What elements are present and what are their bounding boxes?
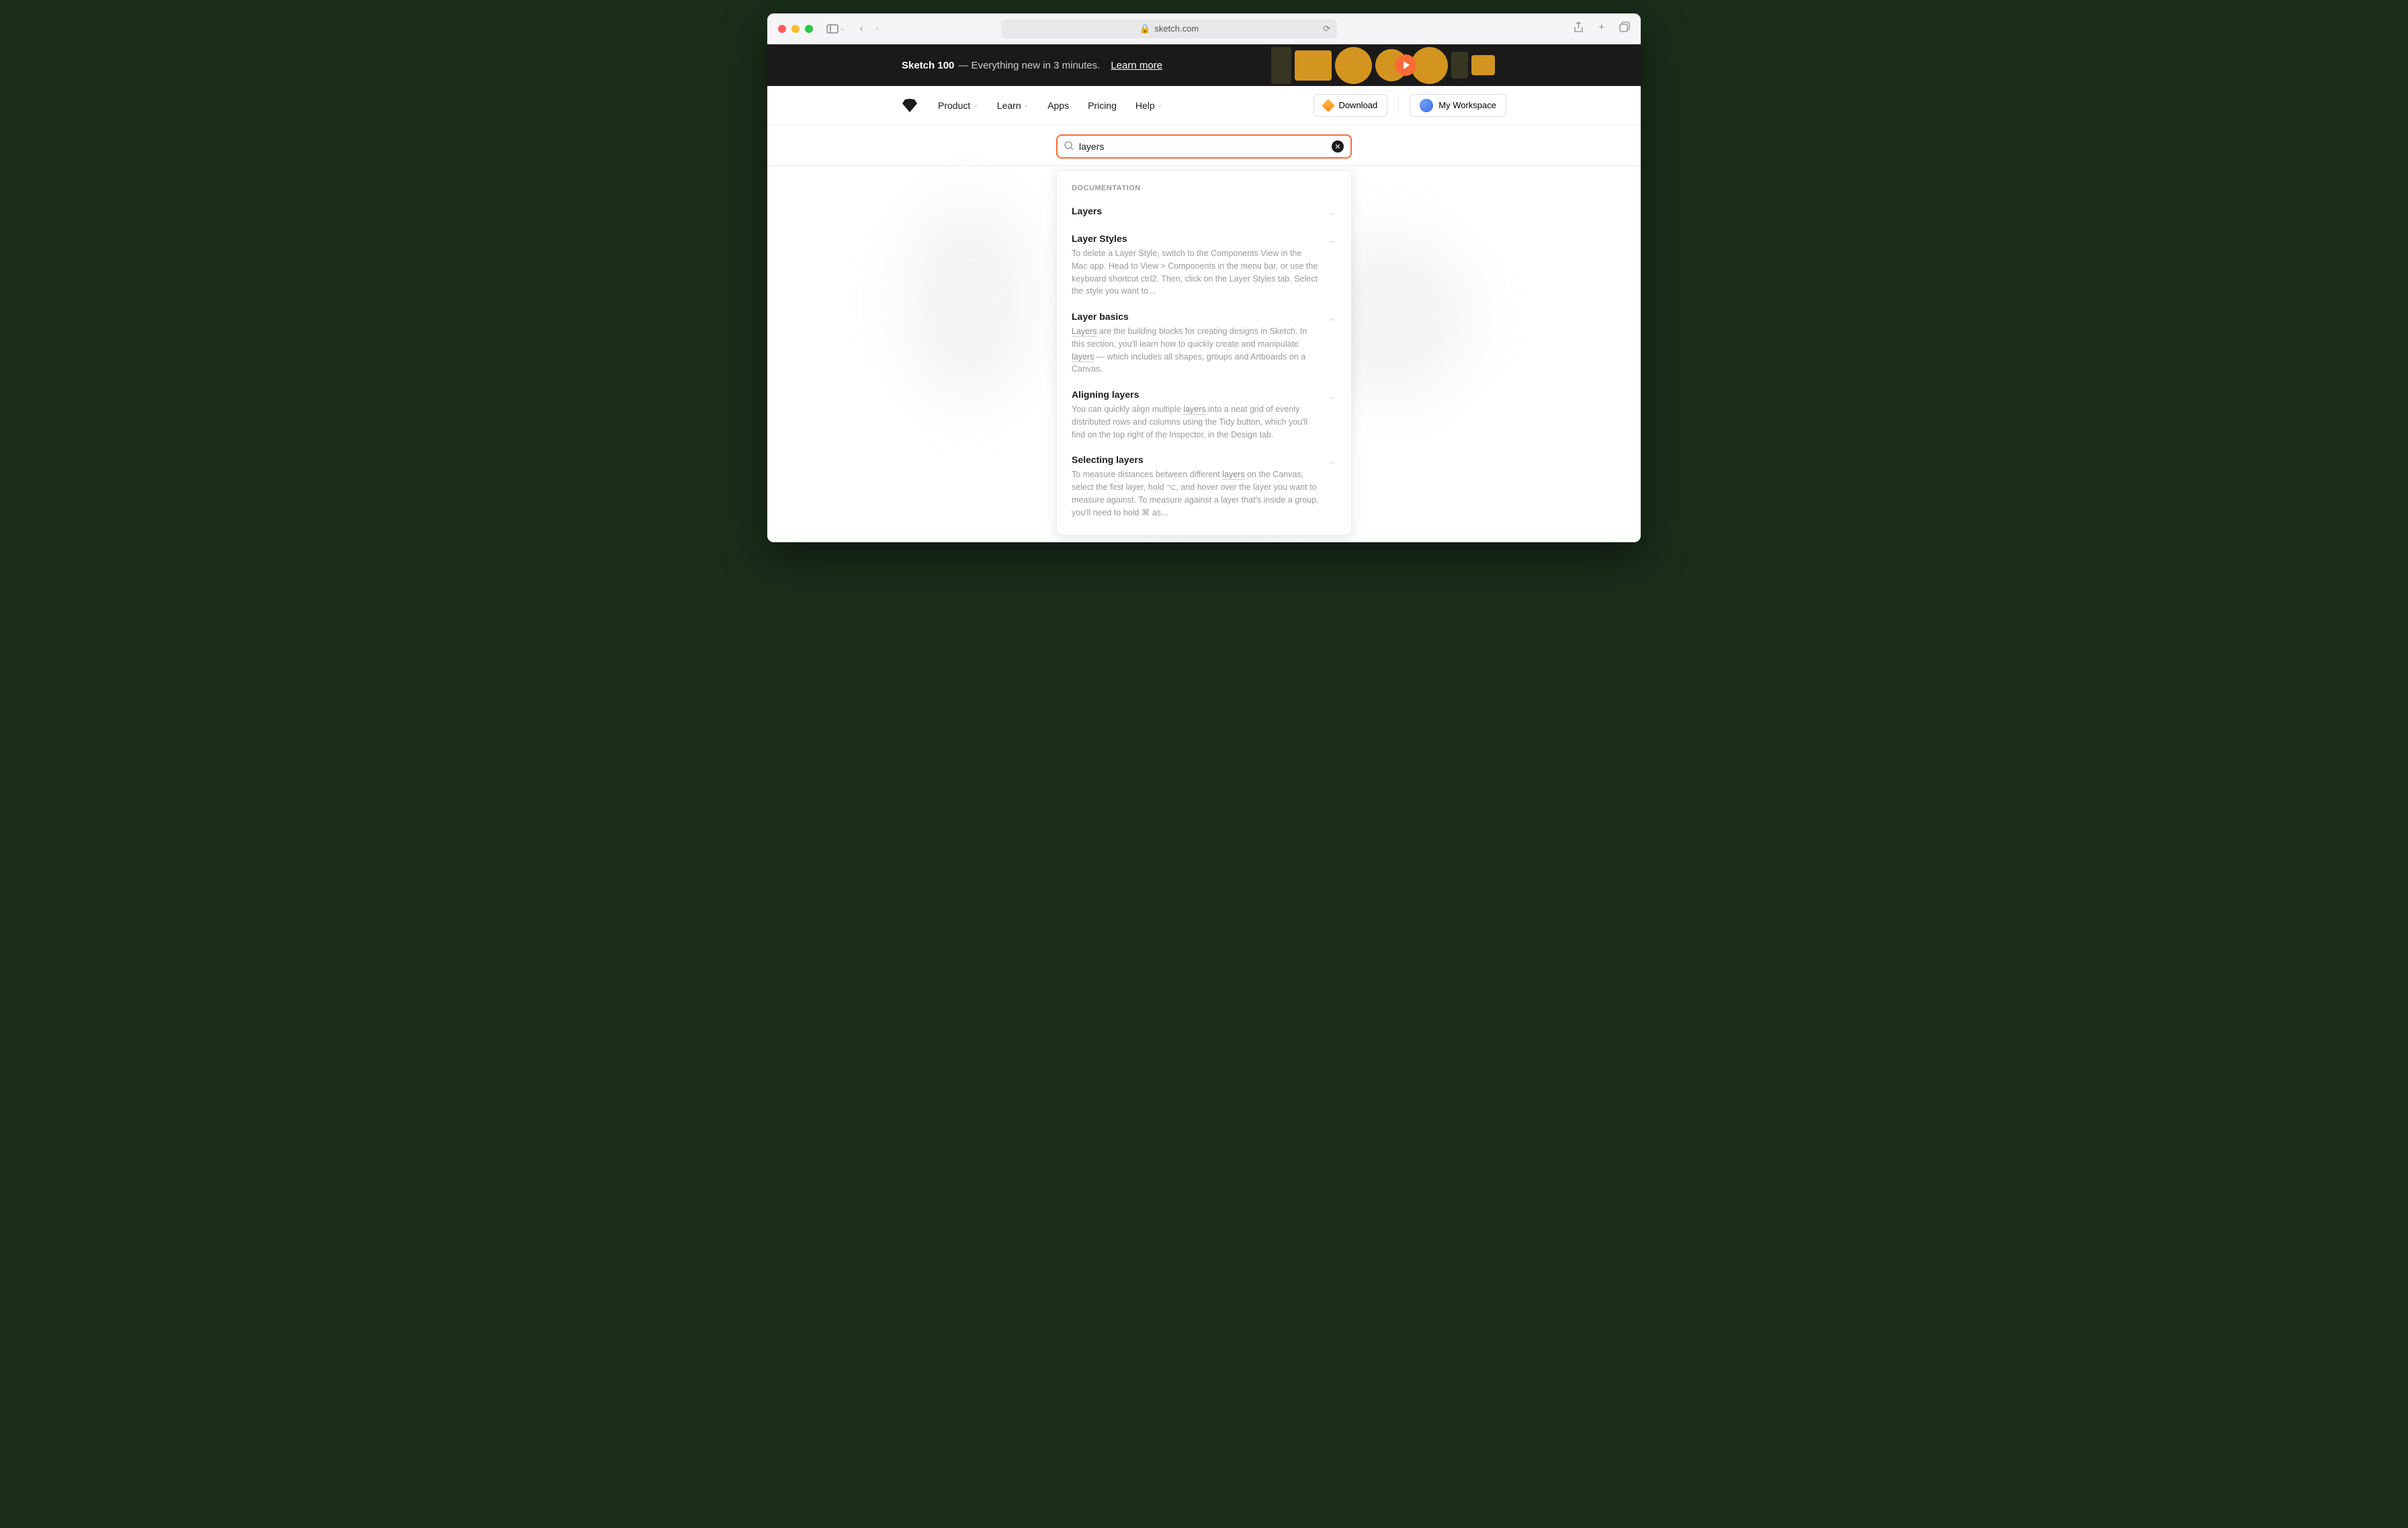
address-bar[interactable]: 🔒 sketch.com ⟳ [1001,19,1337,38]
result-description: To delete a Layer Style, switch to the C… [1072,247,1320,298]
minimize-window-button[interactable] [791,25,800,33]
nav-item-label: Learn [997,100,1021,111]
nav-arrows: ‹ › [860,23,879,35]
result-title: Selecting layers [1072,454,1320,465]
maximize-window-button[interactable] [805,25,813,33]
sketch-logo[interactable] [902,97,918,114]
browser-chrome: ⌄ ‹ › 🔒 sketch.com ⟳ + [767,13,1641,44]
workspace-avatar [1420,99,1433,112]
search-result-item[interactable]: Layers → [1057,199,1351,226]
dropdown-section-title: DOCUMENTATION [1057,180,1351,199]
search-result-item[interactable]: Aligning layers You can quickly align mul… [1057,382,1351,448]
search-area: ✕ [767,125,1641,166]
banner-preview [1271,44,1540,86]
close-window-button[interactable] [778,25,786,33]
chevron-down-icon: ⌄ [1158,101,1163,109]
workspace-label: My Workspace [1438,100,1496,110]
banner-text: Sketch 100 — Everything new in 3 minutes… [902,60,1162,71]
window-controls [778,25,813,33]
workspace-button[interactable]: My Workspace [1410,94,1506,117]
chevron-down-icon: ⌄ [1024,101,1029,109]
tabs-icon[interactable] [1619,22,1630,36]
content-area: DOCUMENTATION Layers → Layer Styles To dele… [767,166,1641,542]
search-results-dropdown: DOCUMENTATION Layers → Layer Styles To dele… [1056,170,1352,536]
download-label: Download [1338,100,1377,110]
nav-item-apps[interactable]: Apps [1047,100,1069,111]
promo-banner[interactable]: Sketch 100 — Everything new in 3 minutes… [767,44,1641,86]
banner-subtitle: — Everything new in 3 minutes. [958,60,1100,71]
share-icon[interactable] [1574,22,1584,36]
result-description: To measure distances between different l… [1072,468,1320,519]
search-result-item[interactable]: Selecting layers To measure distances bet… [1057,448,1351,525]
nav-items: Product⌄Learn⌄AppsPricingHelp⌄ [938,100,1162,111]
lock-icon: 🔒 [1140,24,1150,34]
sidebar-toggle-button[interactable]: ⌄ [826,24,845,34]
search-icon [1064,141,1074,153]
diamond-icon [1322,99,1336,112]
result-title: Aligning layers [1072,389,1320,400]
main-nav: Product⌄Learn⌄AppsPricingHelp⌄ Download … [767,86,1641,125]
forward-button[interactable]: › [875,23,879,35]
search-input[interactable] [1079,141,1332,152]
browser-actions: + [1574,22,1630,36]
nav-item-help[interactable]: Help⌄ [1135,100,1162,111]
result-description: Layers are the building blocks for creat… [1072,325,1320,376]
chevron-down-icon: ⌄ [973,101,978,109]
nav-item-label: Help [1135,100,1155,111]
arrow-right-icon: → [1328,208,1336,218]
nav-item-pricing[interactable]: Pricing [1088,100,1117,111]
result-title: Layers [1072,206,1320,216]
url-text: sketch.com [1154,24,1199,34]
clear-search-button[interactable]: ✕ [1332,140,1344,153]
search-result-item[interactable]: Layer Styles To delete a Layer Style, swi… [1057,226,1351,304]
download-button[interactable]: Download [1314,94,1387,117]
arrow-right-icon: → [1328,235,1336,245]
arrow-right-icon: → [1328,313,1336,323]
back-button[interactable]: ‹ [860,23,863,35]
nav-item-learn[interactable]: Learn⌄ [997,100,1029,111]
banner-learn-more-link[interactable]: Learn more [1111,60,1162,71]
play-button[interactable] [1395,54,1416,76]
nav-item-label: Product [938,100,970,111]
nav-right: Download My Workspace [1314,94,1506,117]
arrow-right-icon: → [1328,391,1336,401]
browser-window: ⌄ ‹ › 🔒 sketch.com ⟳ + [767,13,1641,542]
banner-title: Sketch 100 [902,60,954,71]
nav-divider [1398,97,1399,114]
new-tab-icon[interactable]: + [1598,22,1604,36]
nav-item-label: Apps [1047,100,1069,111]
result-title: Layer Styles [1072,233,1320,244]
search-box: ✕ [1056,134,1352,159]
arrow-right-icon: → [1328,456,1336,466]
nav-item-product[interactable]: Product⌄ [938,100,978,111]
result-title: Layer basics [1072,311,1320,322]
result-description: You can quickly align multiple layers in… [1072,403,1320,441]
search-result-item[interactable]: Layer basics Layers are the building bloc… [1057,304,1351,382]
nav-item-label: Pricing [1088,100,1117,111]
refresh-icon[interactable]: ⟳ [1323,24,1330,34]
